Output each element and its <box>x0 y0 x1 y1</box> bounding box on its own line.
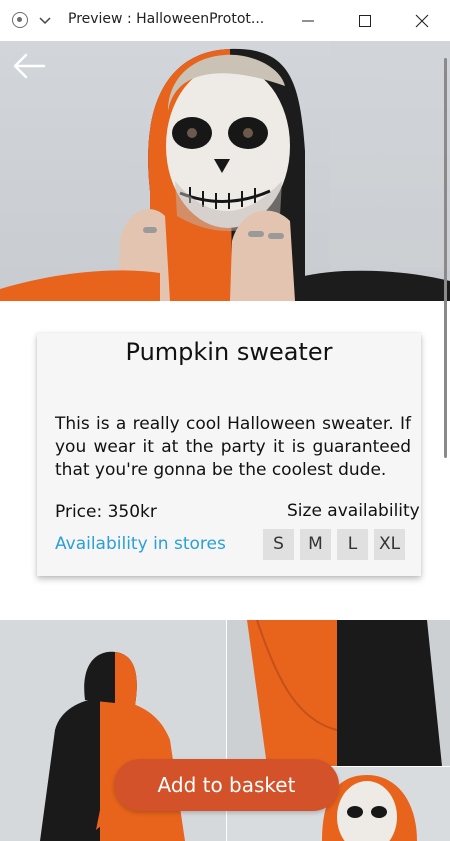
minimize-icon <box>302 20 314 22</box>
sweater-side-illustration <box>247 620 442 766</box>
window-title-bar: Preview : HalloweenProtot... <box>0 0 450 42</box>
size-availability-label: Size availability <box>287 501 420 521</box>
maximize-icon <box>359 15 371 27</box>
size-button-s[interactable]: S <box>263 529 294 560</box>
chevron-down-icon[interactable] <box>37 12 53 28</box>
maximize-button[interactable] <box>342 0 388 41</box>
product-price: Price: 350kr <box>55 502 157 522</box>
window-title: Preview : HalloweenProtot... <box>68 11 265 27</box>
hero-photo-illustration <box>0 41 450 301</box>
gallery-photo-side[interactable] <box>227 620 450 766</box>
close-icon <box>415 14 429 28</box>
size-button-l[interactable]: L <box>337 529 368 560</box>
record-icon[interactable] <box>12 12 28 28</box>
add-to-basket-button[interactable]: Add to basket <box>114 759 339 811</box>
product-info-card: Pumpkin sweater This is a really cool Ha… <box>37 333 421 576</box>
availability-in-stores-link[interactable]: Availability in stores <box>55 534 226 554</box>
scrollbar[interactable] <box>444 58 447 458</box>
hero-image <box>0 41 450 301</box>
minimize-button[interactable] <box>285 0 331 41</box>
product-name: Pumpkin sweater <box>125 338 333 366</box>
size-button-m[interactable]: M <box>300 529 331 560</box>
product-description: This is a really cool Halloween sweater.… <box>55 414 411 480</box>
size-button-xl[interactable]: XL <box>374 529 405 560</box>
arrow-left-icon[interactable] <box>12 52 46 80</box>
close-button[interactable] <box>399 0 445 41</box>
